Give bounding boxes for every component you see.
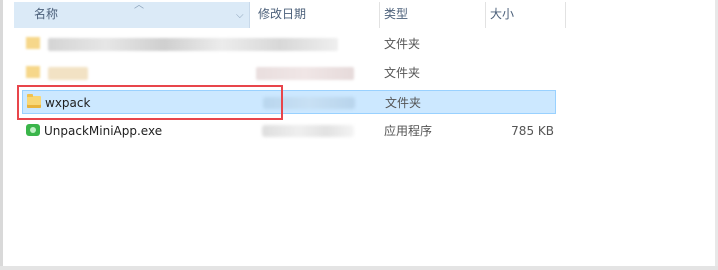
column-header-name-label: 名称 xyxy=(34,7,59,21)
redacted-name xyxy=(48,67,88,80)
window-left-border xyxy=(0,0,3,270)
window-bottom-border xyxy=(0,266,718,270)
folder-icon xyxy=(27,94,41,108)
sort-ascending-icon: ︿ xyxy=(134,0,144,11)
file-row[interactable]: 文件夹 xyxy=(22,61,556,85)
column-header-date[interactable]: 修改日期 xyxy=(254,2,380,28)
file-type: 文件夹 xyxy=(384,66,421,80)
column-header-size-label: 大小 xyxy=(490,7,515,21)
file-name: UnpackMiniApp.exe xyxy=(44,124,163,138)
file-row[interactable]: 文件夹 xyxy=(22,32,556,56)
chevron-down-icon[interactable]: ⌵ xyxy=(236,4,244,28)
redacted-date xyxy=(256,67,354,80)
column-header-name[interactable]: ︿ 名称 ⌵ xyxy=(14,0,250,28)
file-type: 文件夹 xyxy=(385,96,422,110)
redacted-name xyxy=(48,38,338,51)
application-icon xyxy=(26,124,40,136)
column-header-date-label: 修改日期 xyxy=(258,7,307,21)
column-header-bar: ︿ 名称 ⌵ 修改日期 类型 大小 xyxy=(14,0,620,28)
file-type: 文件夹 xyxy=(384,37,421,51)
file-type: 应用程序 xyxy=(384,124,433,138)
redacted-date xyxy=(263,97,355,109)
folder-icon xyxy=(26,37,40,49)
file-row[interactable]: UnpackMiniApp.exe 应用程序 785 KB xyxy=(22,119,556,143)
file-row-selected[interactable]: wxpack 文件夹 xyxy=(22,90,556,114)
file-name: wxpack xyxy=(45,96,91,110)
folder-icon xyxy=(26,66,40,78)
column-header-type-label: 类型 xyxy=(384,7,409,21)
column-header-type[interactable]: 类型 xyxy=(380,2,486,28)
file-size: 785 KB xyxy=(511,124,554,138)
redacted-date xyxy=(262,125,354,137)
column-header-size[interactable]: 大小 xyxy=(486,2,566,28)
